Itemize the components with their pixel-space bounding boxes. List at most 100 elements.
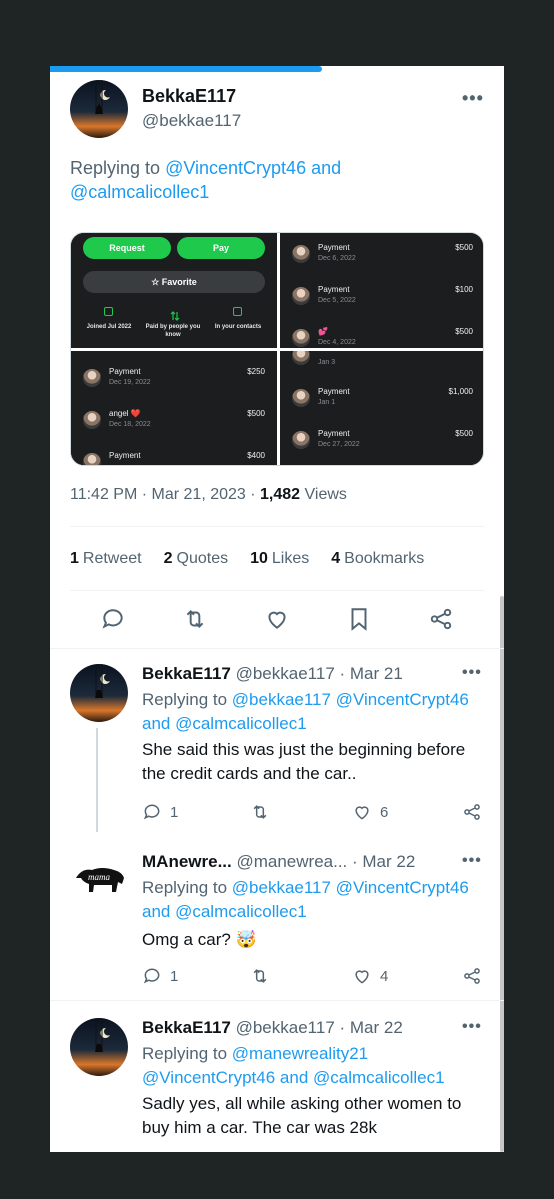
mention-link[interactable]: @calmcalicollec1 <box>175 902 307 921</box>
info-paid-by: Paid by people you know <box>145 324 201 338</box>
payment-title: Payment <box>318 285 350 294</box>
bookmark-icon[interactable] <box>346 606 372 632</box>
payment-row: Payment Dec 19, 2022 $250 <box>71 365 277 395</box>
like-icon[interactable] <box>264 606 290 632</box>
payment-amount: $100 <box>455 285 473 294</box>
reply-icon[interactable] <box>100 606 126 632</box>
media-panel-payments-1[interactable]: Payment Dec 6, 2022 $500 Payment Dec 5, … <box>280 233 483 348</box>
transfer-icon <box>169 307 180 321</box>
reply-handle-date[interactable]: @bekkae117 · Mar 22 <box>231 1018 403 1037</box>
mention-link[interactable]: @VincentCrypt46 <box>142 1068 275 1087</box>
media-panel-profile[interactable]: Request Pay ☆ Favorite Joined Jul 2022 P… <box>71 233 277 348</box>
more-options-icon[interactable]: ••• <box>462 88 484 109</box>
payment-date: Jan 1 <box>318 399 336 406</box>
share-icon[interactable] <box>428 606 454 632</box>
likes-stat[interactable]: 10 Likes <box>250 550 309 568</box>
retweets-count: 1 <box>70 550 79 567</box>
author-avatar[interactable] <box>70 80 128 138</box>
like-count: 6 <box>380 803 389 821</box>
reply-icon <box>143 804 160 820</box>
like-button[interactable]: 4 <box>352 966 388 986</box>
more-options-icon[interactable]: ••• <box>462 664 482 682</box>
payer-avatar <box>292 389 310 407</box>
request-button: Request <box>83 237 171 259</box>
payment-amount: $500 <box>455 243 473 252</box>
reply-handle-date[interactable]: @bekkae117 · Mar 21 <box>231 664 403 683</box>
reply-avatar[interactable]: mama <box>70 852 128 910</box>
reply-tweet[interactable]: mama MAnewre... @manewrea... · Mar 22 ••… <box>50 852 504 1002</box>
contacts-icon <box>233 307 242 316</box>
replying-and[interactable]: and <box>142 902 175 921</box>
reply-author-name[interactable]: MAnewre... <box>142 852 232 871</box>
tweet-media-grid[interactable]: Request Pay ☆ Favorite Joined Jul 2022 P… <box>70 232 484 466</box>
payer-avatar <box>292 431 310 449</box>
reply-handle-date[interactable]: @manewrea... · Mar 22 <box>232 852 415 871</box>
payment-amount: $500 <box>455 429 473 438</box>
payer-avatar <box>292 245 310 263</box>
reply-text: Omg a car? 🤯 <box>142 930 257 949</box>
mention-link[interactable]: @manewreality21 <box>232 1044 368 1063</box>
tweet-timestamp[interactable]: 11:42 PM · Mar 21, 2023 · <box>70 486 260 503</box>
like-icon <box>355 970 369 984</box>
reply-tweet[interactable]: BekkaE117 @bekkae117 · Mar 21 ••• Replyi… <box>50 664 504 832</box>
share-button[interactable] <box>462 802 482 822</box>
mention-link[interactable]: @calmcalicollec1 <box>313 1068 445 1087</box>
reply-tweet[interactable]: BekkaE117 @bekkae117 · Mar 22 ••• Replyi… <box>50 1018 504 1152</box>
media-panel-payments-2[interactable]: Payment Dec 19, 2022 $250 angel ❤️ Dec 1… <box>71 351 277 465</box>
tweet-detail-screen: BekkaE117 @bekkae117 ••• Replying to @Vi… <box>50 66 504 1152</box>
author-name[interactable]: BekkaE117 <box>142 86 241 107</box>
retweet-button[interactable] <box>250 966 270 986</box>
reply-button[interactable]: 1 <box>142 802 178 822</box>
quotes-count: 2 <box>163 550 173 567</box>
more-options-icon[interactable]: ••• <box>462 852 482 870</box>
replying-and[interactable]: and <box>275 1068 313 1087</box>
payment-date: Dec 18, 2022 <box>109 421 151 428</box>
tweet-action-bar <box>70 606 484 636</box>
share-button[interactable] <box>462 966 482 986</box>
reply-button[interactable]: 1 <box>142 966 178 986</box>
bookmarks-stat[interactable]: 4 Bookmarks <box>331 550 424 568</box>
payer-avatar <box>83 453 101 465</box>
likes-label: Likes <box>271 550 310 567</box>
reply-avatar[interactable] <box>70 664 128 722</box>
reply-header: BekkaE117 @bekkae117 · Mar 22 <box>142 1018 403 1038</box>
thread-line <box>96 728 98 832</box>
bookmarks-label: Bookmarks <box>344 550 425 567</box>
payment-title: 💕 <box>318 327 328 336</box>
author-handle[interactable]: @bekkae117 <box>142 111 241 131</box>
quotes-stat[interactable]: 2 Quotes <box>164 550 229 568</box>
replying-to: Replying to @VincentCrypt46 and @calmcal… <box>70 156 490 204</box>
payment-row: 💕 Dec 4, 2022 $500 <box>280 325 483 348</box>
reply-author-name[interactable]: BekkaE117 <box>142 1018 231 1037</box>
mention-link[interactable]: @bekkae117 @VincentCrypt46 <box>232 690 469 709</box>
replying-and[interactable]: and <box>306 158 341 178</box>
payment-date: Dec 4, 2022 <box>318 339 356 346</box>
likes-count: 10 <box>250 550 268 567</box>
bookmarks-count: 4 <box>331 550 341 567</box>
retweet-button[interactable] <box>250 802 270 822</box>
retweet-icon[interactable] <box>182 606 208 632</box>
reply-icon <box>143 968 160 984</box>
mention-link[interactable]: @calmcalicollec1 <box>175 714 307 733</box>
like-button[interactable]: 6 <box>352 802 388 822</box>
reply-avatar[interactable] <box>70 1018 128 1076</box>
share-icon <box>464 968 480 984</box>
payment-amount: $1,000 <box>448 387 473 396</box>
payer-avatar <box>83 411 101 429</box>
payment-row: Payment Dec 27, 2022 $500 <box>280 427 483 457</box>
retweets-stat[interactable]: 1 Retweet <box>70 550 142 568</box>
divider <box>70 590 484 591</box>
payment-title: Payment <box>318 429 350 438</box>
mention-link[interactable]: @bekkae117 @VincentCrypt46 <box>232 878 469 897</box>
payment-row: Payment Jan 1 $1,000 <box>280 385 483 415</box>
media-panel-payments-3[interactable]: Jan 3 Payment Jan 1 $1,000 Payment Dec 2… <box>280 351 483 465</box>
mention-link[interactable]: @calmcalicollec1 <box>70 182 209 202</box>
reply-author-name[interactable]: BekkaE117 <box>142 664 231 683</box>
mention-link[interactable]: @VincentCrypt46 <box>165 158 306 178</box>
reply-text: She said this was just the beginning bef… <box>142 740 466 783</box>
more-options-icon[interactable]: ••• <box>462 1018 482 1036</box>
payment-date: Dec 19, 2022 <box>109 379 151 386</box>
divider <box>50 1000 504 1001</box>
payment-date: Jan 3 <box>318 359 336 366</box>
replying-and[interactable]: and <box>142 714 175 733</box>
